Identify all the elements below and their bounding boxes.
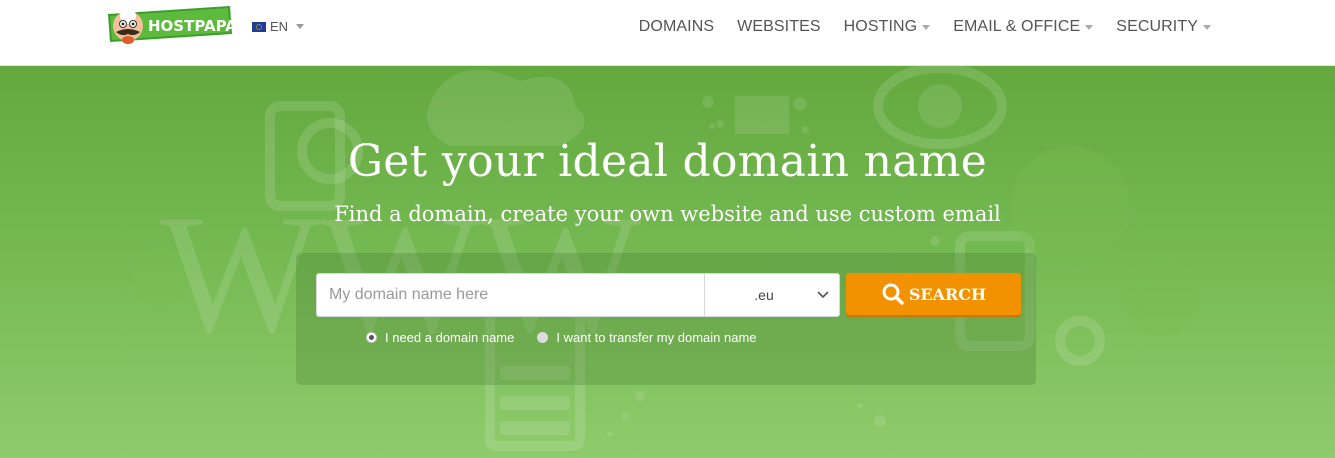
page-title: Get your ideal domain name [347,136,988,187]
language-selector[interactable]: EN [252,19,305,34]
nav-item-email-office[interactable]: EMAIL & OFFICE [953,18,1094,36]
radio-register-domain[interactable]: I need a domain name [366,330,514,345]
nav-label: HOSTING [843,18,918,35]
nav-label: EMAIL & OFFICE [953,18,1081,35]
language-code: EN [270,19,289,34]
nav-item-websites[interactable]: WEBSITES [737,18,820,36]
radio-label: I want to transfer my domain name [556,330,757,345]
main-nav: DOMAINS WEBSITES HOSTING EMAIL & OFFICE … [616,0,1211,54]
top-navigation-bar: HOSTPAPA EN DOMAINS WEBSITES HOSTING EMA… [0,0,1335,66]
chevron-down-icon [296,24,305,29]
hostpapa-logo-icon: HOSTPAPA [108,6,237,44]
search-icon [882,283,904,305]
domain-search-input[interactable] [316,273,704,317]
nav-label: DOMAINS [638,18,715,35]
radio-label: I need a domain name [385,330,515,345]
tld-dropdown[interactable]: .eu [704,273,840,317]
nav-item-security[interactable]: SECURITY [1116,18,1211,36]
radio-indicator-unselected [537,332,549,343]
svg-text:HOSTPAPA: HOSTPAPA [148,17,234,35]
eu-flag-icon [252,21,266,32]
tld-selected-value: .eu [754,287,774,303]
nav-item-hosting[interactable]: HOSTING [844,18,931,36]
hero-banner: WWW Get your ideal domain name Find a do… [0,66,1335,458]
domain-search-panel: .eu SEARCH I need a domain name I want t… [296,253,1036,385]
chevron-down-icon [1085,24,1094,30]
radio-transfer-domain[interactable]: I want to transfer my domain name [537,330,757,345]
radio-indicator-selected [366,332,377,343]
nav-item-domains[interactable]: DOMAINS [639,18,714,36]
chevron-down-icon [922,24,931,30]
search-mode-options: I need a domain name I want to transfer … [366,330,780,345]
nav-label: SECURITY [1116,18,1198,35]
hostpapa-logo[interactable]: HOSTPAPA [106,4,237,48]
page-subtitle: Find a domain, create your own website a… [334,202,1001,226]
chevron-down-icon [817,291,829,299]
search-button-label: SEARCH [908,284,987,304]
chevron-down-icon [1203,24,1211,30]
nav-label: WEBSITES [737,18,821,35]
search-button[interactable]: SEARCH [846,273,1021,315]
